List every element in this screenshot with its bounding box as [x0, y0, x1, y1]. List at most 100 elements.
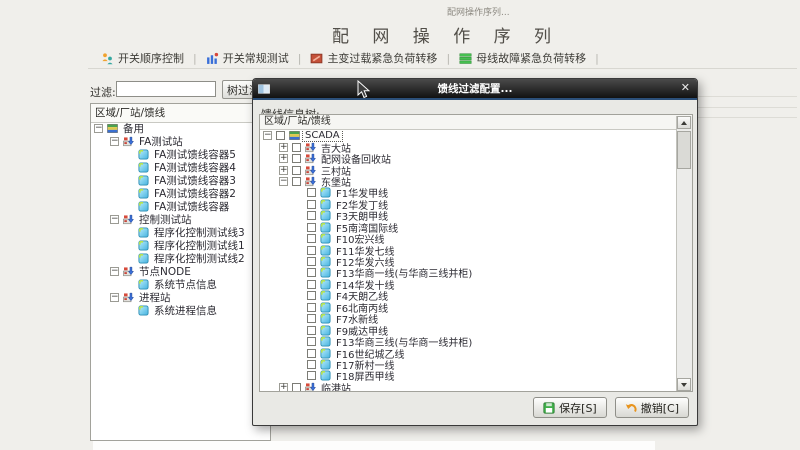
dialog-titlebar[interactable]: 馈线过滤配置... ✕: [253, 79, 697, 100]
tree-row: −东堡站: [261, 176, 677, 187]
tree-row: 系统进程信息: [92, 304, 270, 317]
feeder-icon: [320, 245, 331, 256]
save-button[interactable]: 保存[S]: [533, 397, 607, 418]
regular-test-icon: [206, 52, 219, 65]
tree-expander-minus[interactable]: −: [110, 267, 119, 276]
tab-label: 开关顺序控制: [118, 50, 184, 66]
station-icon: [305, 153, 316, 164]
station-icon: [123, 136, 134, 147]
tree-checkbox[interactable]: [292, 154, 301, 163]
station-icon: [305, 176, 316, 187]
tree-checkbox[interactable]: [307, 291, 316, 300]
tree-checkbox[interactable]: [307, 200, 316, 209]
tab-switch-regular-test[interactable]: 开关常规测试: [197, 50, 298, 66]
tree-expander-minus[interactable]: −: [263, 131, 272, 140]
tab-busbar-fault-transfer[interactable]: 母线故障紧急负荷转移: [450, 50, 595, 66]
feeder-icon: [320, 336, 331, 347]
tab-label: 开关常规测试: [223, 50, 289, 66]
feeder-tree-panel: 区域/厂站/馈线 −备用−FA测试站FA测试馈线容器5FA测试馈线容器4FA测试…: [90, 103, 271, 441]
dialog-app-icon: [258, 84, 270, 94]
undo-icon: [625, 402, 637, 414]
tree-node-label[interactable]: 系统进程信息: [152, 303, 219, 318]
tree-checkbox[interactable]: [307, 280, 316, 289]
feeder-icon: [320, 233, 331, 244]
scroll-up-button[interactable]: [677, 116, 691, 129]
tree-checkbox[interactable]: [307, 337, 316, 346]
button-label: 撤销[C]: [641, 400, 679, 416]
tree-checkbox[interactable]: [307, 360, 316, 369]
feeder-icon: [138, 201, 149, 212]
background-grid-line: [698, 107, 797, 108]
vertical-scrollbar[interactable]: [676, 116, 692, 391]
scrollbar-thumb[interactable]: [677, 131, 691, 169]
tree-checkbox[interactable]: [292, 143, 301, 152]
station-icon: [123, 292, 134, 303]
status-strip: [93, 441, 655, 450]
tree-expander-plus[interactable]: +: [279, 166, 288, 175]
tree-checkbox[interactable]: [307, 257, 316, 266]
close-icon[interactable]: ✕: [681, 81, 690, 94]
tree-node-label[interactable]: 临港站: [319, 380, 353, 391]
dialog-button-row: 保存[S] 撤销[C]: [533, 397, 689, 418]
tree-row: F13华商一线(与华商三线并柜): [261, 267, 677, 278]
feeder-icon: [138, 149, 149, 160]
seq-control-icon: [101, 52, 114, 65]
filter-input[interactable]: [116, 81, 216, 97]
tree-checkbox[interactable]: [307, 234, 316, 243]
tree-expander-plus[interactable]: +: [279, 383, 288, 391]
tree-row: F11华发七线: [261, 244, 677, 255]
tree-expander-minus[interactable]: −: [94, 124, 103, 133]
overload-transfer-icon: [310, 52, 323, 65]
feeder-icon: [138, 175, 149, 186]
dialog-title: 馈线过滤配置...: [253, 81, 697, 96]
tree-expander-minus[interactable]: −: [110, 137, 119, 146]
tree-checkbox[interactable]: [307, 211, 316, 220]
triangle-down-icon: [681, 383, 687, 387]
undo-button[interactable]: 撤销[C]: [615, 397, 689, 418]
desktop: { "window": { "title_small": "配网操作序列..."…: [0, 0, 800, 450]
background-grid-line: [698, 96, 797, 97]
feeder-icon: [320, 325, 331, 336]
save-icon: [543, 402, 555, 414]
feeder-icon: [320, 222, 331, 233]
tree-checkbox[interactable]: [307, 314, 316, 323]
tree-checkbox[interactable]: [292, 166, 301, 175]
feeder-icon: [320, 348, 331, 359]
tree-expander-plus[interactable]: +: [279, 154, 288, 163]
feeder-icon: [138, 305, 149, 316]
tree-checkbox[interactable]: [307, 188, 316, 197]
feeder-icon: [138, 240, 149, 251]
tree-checkbox[interactable]: [307, 246, 316, 255]
tree-checkbox[interactable]: [292, 383, 301, 391]
flag-icon: [107, 123, 118, 134]
station-icon: [123, 214, 134, 225]
tree-row: F5南湾国际线: [261, 222, 677, 233]
tree-rows: −SCADA+吉大站+配网设备回收站+三村站−东堡站F1华发甲线F2华发丁线F3…: [261, 130, 677, 391]
tree-checkbox[interactable]: [276, 131, 285, 140]
feeder-icon: [320, 313, 331, 324]
tree-row: F1华发甲线: [261, 187, 677, 198]
tree-expander-minus[interactable]: −: [279, 177, 288, 186]
tree-checkbox[interactable]: [307, 223, 316, 232]
tree-row: F4天朗乙线: [261, 290, 677, 301]
tree-row: F6北南丙线: [261, 302, 677, 313]
tree-expander-plus[interactable]: +: [279, 143, 288, 152]
tree-checkbox[interactable]: [307, 326, 316, 335]
tab-transformer-overload-transfer[interactable]: 主变过载紧急负荷转移: [301, 50, 446, 66]
scroll-down-button[interactable]: [677, 378, 691, 391]
tree-checkbox[interactable]: [292, 177, 301, 186]
tree-expander-minus[interactable]: −: [110, 215, 119, 224]
tree-checkbox[interactable]: [307, 268, 316, 277]
feeder-icon: [320, 359, 331, 370]
tree-checkbox[interactable]: [307, 371, 316, 380]
tab-separator: |: [595, 52, 599, 65]
tree-expander-minus[interactable]: −: [110, 293, 119, 302]
tab-switch-sequence-control[interactable]: 开关顺序控制: [92, 50, 193, 66]
tab-bar-divider: [88, 68, 797, 69]
feeder-icon: [320, 302, 331, 313]
tree-checkbox[interactable]: [307, 303, 316, 312]
feeder-icon: [320, 187, 331, 198]
tab-bar: 开关顺序控制|开关常规测试|主变过载紧急负荷转移|母线故障紧急负荷转移|: [92, 49, 599, 67]
filter-label: 过滤:: [90, 84, 116, 100]
tree-checkbox[interactable]: [307, 349, 316, 358]
